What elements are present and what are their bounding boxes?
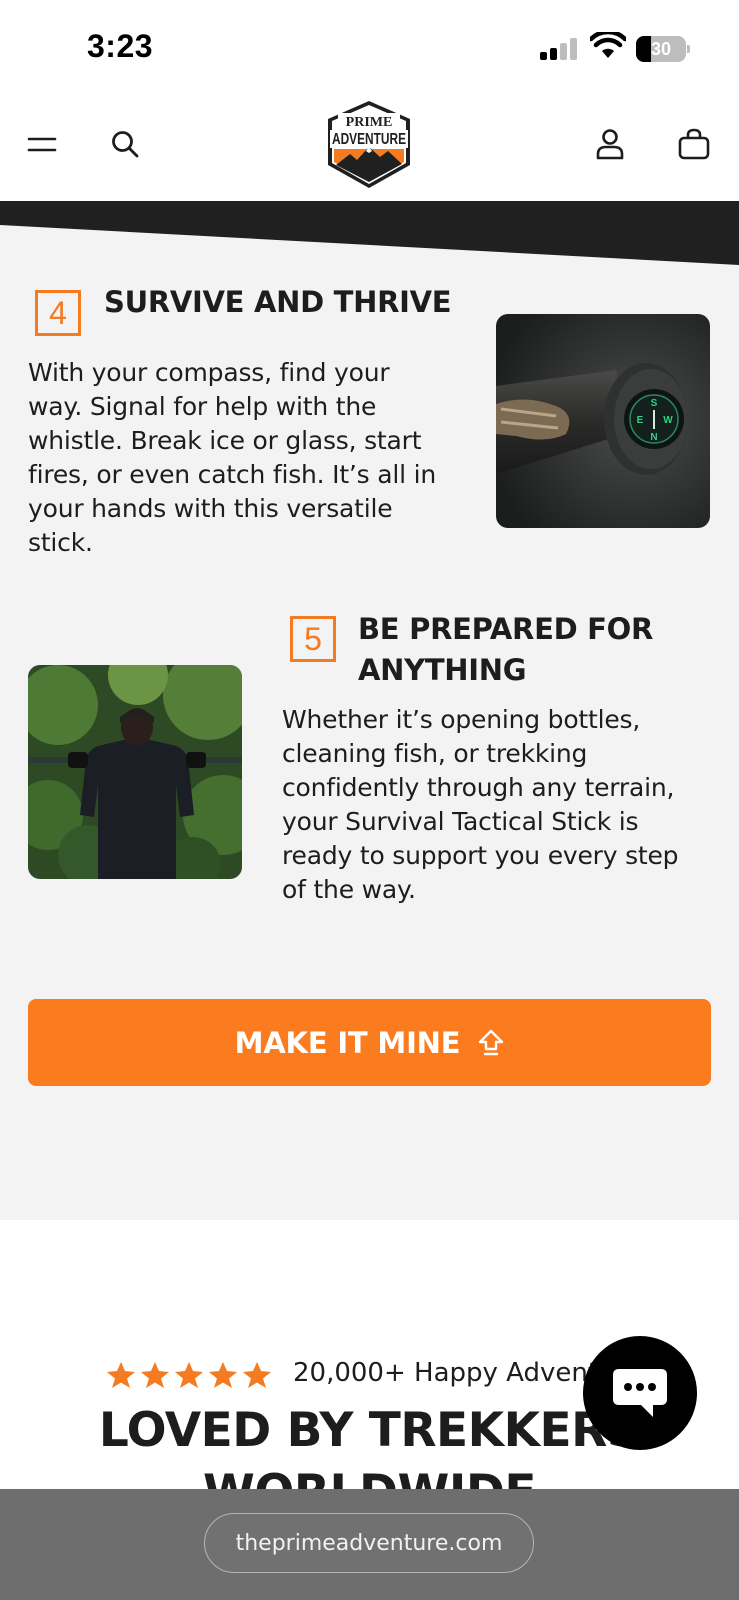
description-line: ready to support you every step [282,841,679,870]
svg-text:S: S [651,398,658,409]
step-title: SURVIVE AND THRIVE [104,285,452,319]
cta-label: MAKE IT MINE [234,1025,461,1060]
wifi-icon [590,32,626,58]
logo-text-prime: PRIME [346,115,393,130]
url-text: theprimeadventure.com [235,1530,503,1556]
step-description: Whether it’s opening bottles, cleaning f… [282,703,722,907]
user-icon [596,129,624,160]
svg-text:E: E [637,415,644,426]
star-icon [175,1362,203,1388]
chat-button[interactable] [583,1336,697,1450]
search-button[interactable] [101,120,149,168]
star-icon [209,1362,237,1388]
cart-button[interactable] [670,120,718,168]
description-line: confidently through any terrain, [282,773,675,802]
title-line: BE PREPARED FOR [358,612,654,646]
svg-text:W: W [663,415,673,426]
title-line: ANYTHING [358,653,527,687]
address-bar[interactable]: theprimeadventure.com [204,1513,534,1573]
star-icon [107,1362,135,1388]
browser-bottom-bar: theprimeadventure.com [0,1489,739,1600]
make-it-mine-button[interactable]: MAKE IT MINE [28,999,711,1086]
svg-text:N: N [650,432,657,443]
description-line: fires, or even catch fish. It’s all in [28,460,437,489]
description-line: With your compass, find your [28,358,390,387]
description-line: your Survival Tactical Stick is [282,807,639,836]
rating-text: 20,000+ Happy Advent [293,1358,599,1388]
status-bar: 3:23 30 [0,0,739,96]
description-line: stick. [28,528,93,557]
description-line: of the way. [282,875,416,904]
description-line: whistle. Break ice or glass, start [28,426,422,455]
search-icon [112,131,139,158]
description-line: way. Signal for help with the [28,392,377,421]
status-time: 3:23 [87,28,154,64]
step-title: BE PREPARED FOR ANYTHING [358,609,653,691]
step-number-badge: 5 [290,616,336,662]
account-button[interactable] [586,120,634,168]
battery-level: 30 [650,39,672,59]
star-icon [141,1362,169,1388]
section-divider [0,201,739,265]
arrow-up-icon [479,1029,504,1055]
step-description: With your compass, find your way. Signal… [28,356,468,560]
cellular-signal-icon [540,38,578,60]
battery-icon: 30 [636,36,690,62]
features-section: 4 SURVIVE AND THRIVE With your compass, … [0,265,739,1220]
star-icon [243,1362,271,1388]
shopping-bag-icon [678,128,710,160]
description-line: cleaning fish, or trekking [282,739,588,768]
site-header: PRIME ADVENTURE [0,96,739,201]
compass-stick-photo: S N E W [496,314,710,528]
step-number-badge: 4 [35,290,81,336]
logo-text-adventure: ADVENTURE [332,131,406,148]
menu-button[interactable] [18,120,66,168]
hamburger-icon [27,137,57,152]
description-line: Whether it’s opening bottles, [282,705,641,734]
prime-adventure-logo[interactable]: PRIME ADVENTURE [322,99,416,191]
description-line: your hands with this versatile [28,494,393,523]
hiker-photo [28,665,242,879]
chat-bubble-icon [613,1369,667,1417]
star-rating [106,1361,272,1389]
